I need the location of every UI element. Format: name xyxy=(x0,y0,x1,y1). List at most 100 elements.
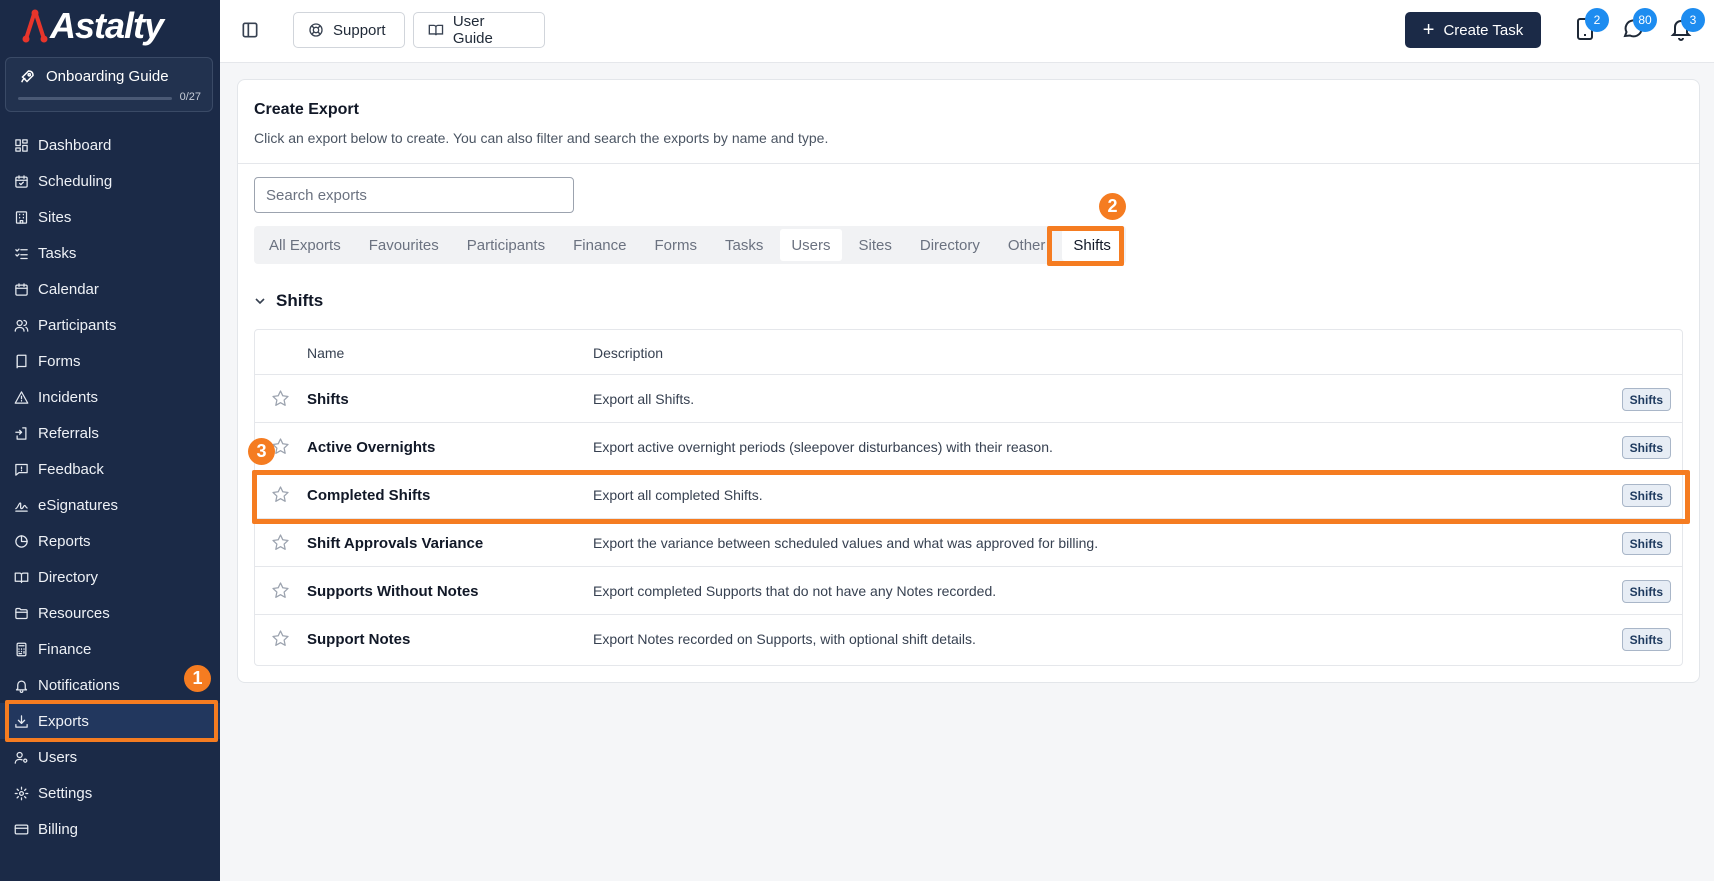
sidebar-item-label: Tasks xyxy=(38,244,77,262)
building-icon xyxy=(15,210,28,224)
user-cog-icon xyxy=(14,751,28,764)
star-icon[interactable] xyxy=(271,389,290,408)
messages-button[interactable]: 80 xyxy=(1621,8,1657,42)
support-button[interactable]: Support xyxy=(293,12,405,48)
sidebar-item-label: Sites xyxy=(38,208,72,226)
export-name: Shifts xyxy=(307,390,349,408)
create-export-card: Create Export Click an export below to c… xyxy=(237,79,1700,683)
sidebar-item-feedback[interactable]: Feedback xyxy=(0,451,220,487)
tab-favourites[interactable]: Favourites xyxy=(358,229,450,261)
tab-forms[interactable]: Forms xyxy=(643,229,708,261)
sidebar-item-resources[interactable]: Resources xyxy=(0,595,220,631)
sidebar-item-label: Calendar xyxy=(38,280,99,298)
users-icon xyxy=(14,319,29,332)
tab-users[interactable]: Users xyxy=(780,229,842,261)
export-name: Shift Approvals Variance xyxy=(307,534,484,552)
export-name: Support Notes xyxy=(307,630,411,648)
sidebar-item-referrals[interactable]: Referrals xyxy=(0,415,220,451)
tab-finance[interactable]: Finance xyxy=(562,229,637,261)
table-row[interactable]: Supports Without Notes Export completed S… xyxy=(255,566,1682,614)
onboarding-progress-count: 0/27 xyxy=(179,91,201,103)
list-check-icon xyxy=(15,248,28,259)
credit-card-icon xyxy=(14,824,29,834)
sidebar-item-label: Incidents xyxy=(38,388,99,406)
tablet-button[interactable]: 2 xyxy=(1573,8,1609,42)
column-header-description: Description xyxy=(593,345,664,361)
sidebar-item-label: Billing xyxy=(38,820,79,838)
sidebar-item-finance[interactable]: Finance xyxy=(0,631,220,667)
brand-name: Astalty xyxy=(50,5,164,46)
sidebar-item-dashboard[interactable]: Dashboard xyxy=(0,127,220,163)
step-badge-3: 3 xyxy=(248,438,275,465)
tab-tasks[interactable]: Tasks xyxy=(714,229,774,261)
notifications-button[interactable]: 3 xyxy=(1669,8,1705,42)
table-row[interactable]: Active Overnights Export active overnight… xyxy=(255,422,1682,470)
sidebar-item-scheduling[interactable]: Scheduling xyxy=(0,163,220,199)
export-name: Supports Without Notes xyxy=(307,582,479,600)
export-type-tag: Shifts xyxy=(1621,628,1671,651)
onboarding-progress-bar xyxy=(18,97,172,100)
search-exports-input[interactable] xyxy=(254,177,574,213)
tab-all-exports[interactable]: All Exports xyxy=(258,229,352,261)
tab-directory[interactable]: Directory xyxy=(909,229,991,261)
sidebar-item-label: Notifications xyxy=(38,676,120,694)
sidebar-item-label: Directory xyxy=(38,568,99,586)
export-description: Export Notes recorded on Supports, with … xyxy=(593,631,976,647)
table-row[interactable]: Shift Approvals Variance Export the varia… xyxy=(255,518,1682,566)
rocket-icon xyxy=(21,70,34,83)
tab-participants[interactable]: Participants xyxy=(456,229,556,261)
star-icon[interactable] xyxy=(271,629,290,648)
section-header-shifts[interactable]: Shifts xyxy=(254,291,323,311)
sidebar-toggle-icon[interactable] xyxy=(240,20,260,40)
export-type-tag: Shifts xyxy=(1621,580,1671,603)
sidebar-item-tasks[interactable]: Tasks xyxy=(0,235,220,271)
book-open-icon xyxy=(428,24,444,36)
sidebar-item-label: Users xyxy=(38,748,78,766)
table-row[interactable]: Support Notes Export Notes recorded on Su… xyxy=(255,614,1682,662)
astalty-logo[interactable]: Astalty xyxy=(22,5,164,46)
sidebar-item-forms[interactable]: Forms xyxy=(0,343,220,379)
sidebar-item-label: Dashboard xyxy=(38,136,112,154)
export-type-tag: Shifts xyxy=(1621,532,1671,555)
table-row[interactable]: Shifts Export all Shifts. Shifts xyxy=(255,374,1682,422)
sidebar-item-settings[interactable]: Settings xyxy=(0,775,220,811)
sidebar-item-calendar[interactable]: Calendar xyxy=(0,271,220,307)
sidebar-item-participants[interactable]: Participants xyxy=(0,307,220,343)
open-book-icon xyxy=(14,572,29,583)
referral-icon xyxy=(15,426,27,440)
star-icon[interactable] xyxy=(271,533,290,552)
logo-mark-icon xyxy=(22,9,48,43)
sidebar-item-users[interactable]: Users xyxy=(0,739,220,775)
dashboard-icon xyxy=(15,138,28,152)
onboarding-title: Onboarding Guide xyxy=(46,68,169,85)
sidebar-item-label: Reports xyxy=(38,532,91,550)
support-label: Support xyxy=(333,21,386,39)
exports-highlight-box xyxy=(5,700,218,742)
export-description: Export all Shifts. xyxy=(593,391,695,407)
sidebar-item-incidents[interactable]: Incidents xyxy=(0,379,220,415)
calendar-icon xyxy=(15,282,28,296)
sidebar-item-reports[interactable]: Reports xyxy=(0,523,220,559)
calendar-check-icon xyxy=(15,174,28,188)
create-task-button[interactable]: + Create Task xyxy=(1405,12,1541,48)
export-type-tag: Shifts xyxy=(1621,388,1671,411)
tab-sites[interactable]: Sites xyxy=(848,229,903,261)
sidebar-item-directory[interactable]: Directory xyxy=(0,559,220,595)
sidebar-item-label: Participants xyxy=(38,316,117,334)
user-guide-button[interactable]: User Guide xyxy=(413,12,545,48)
column-header-name: Name xyxy=(307,345,345,361)
sidebar-item-esignatures[interactable]: eSignatures xyxy=(0,487,220,523)
sidebar-item-sites[interactable]: Sites xyxy=(0,199,220,235)
onboarding-guide[interactable]: Onboarding Guide 0/27 xyxy=(5,57,213,112)
export-description: Export completed Supports that do not ha… xyxy=(593,583,997,599)
sidebar-item-label: Feedback xyxy=(38,460,104,478)
star-icon[interactable] xyxy=(271,581,290,600)
sidebar-item-label: Scheduling xyxy=(38,172,113,190)
folder-icon xyxy=(15,607,28,619)
user-guide-label: User Guide xyxy=(452,13,493,47)
completed-shifts-highlight-box xyxy=(252,470,1690,524)
signature-icon xyxy=(15,501,28,512)
sidebar-item-billing[interactable]: Billing xyxy=(0,811,220,847)
bell-icon xyxy=(15,680,28,693)
chevron-down-icon xyxy=(255,298,265,305)
